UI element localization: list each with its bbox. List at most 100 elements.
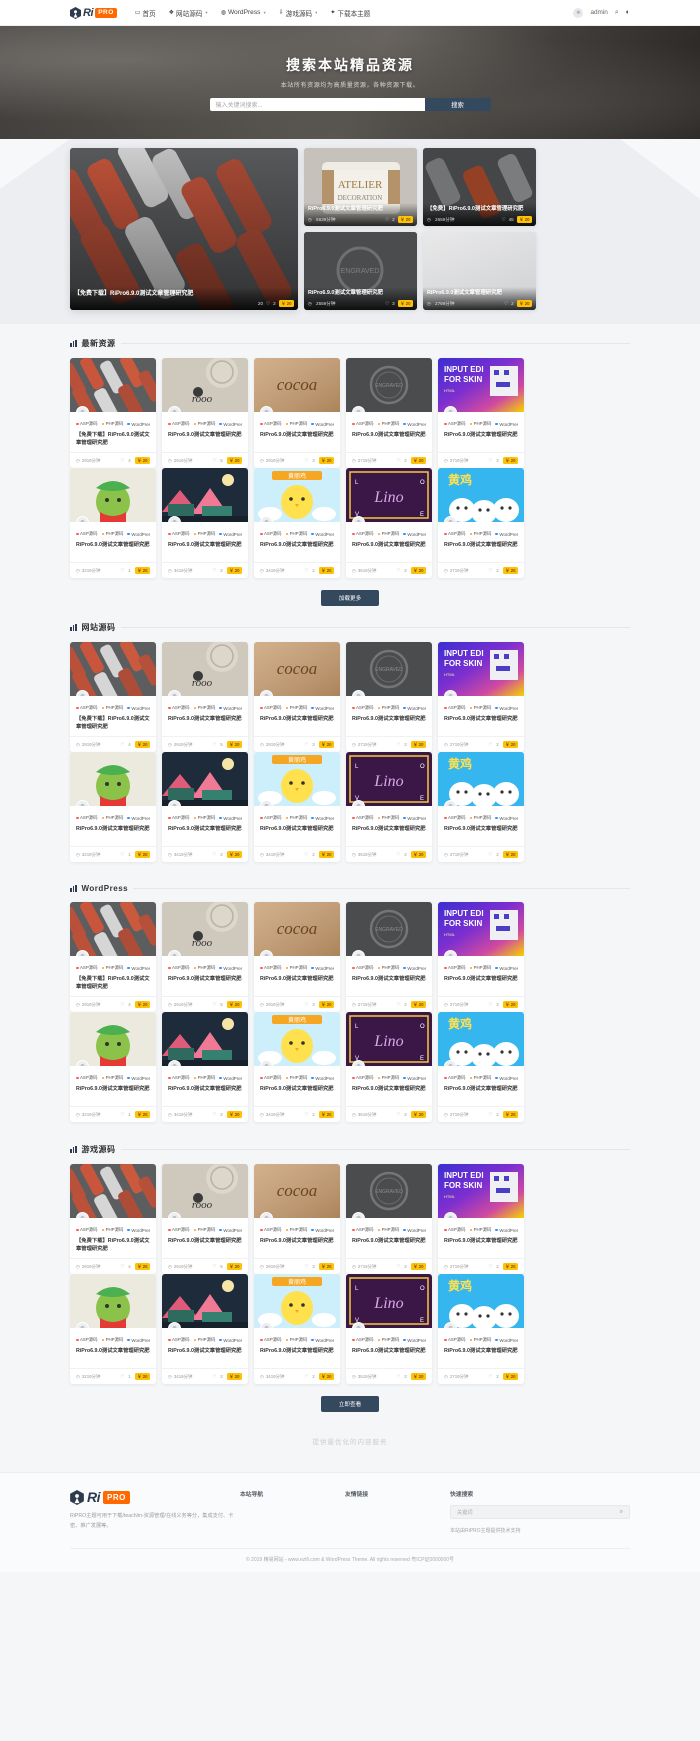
heart-icon[interactable]: ♡ — [304, 568, 308, 574]
card-title[interactable]: RiPro6.9.0测试文章管理研究肥 — [352, 715, 426, 731]
user-avatar-icon[interactable]: ☻ — [76, 1060, 89, 1066]
card-title[interactable]: RiPro6.9.0测试文章管理研究肥 — [76, 1347, 150, 1363]
heart-icon[interactable]: ♡ — [120, 458, 124, 464]
card-thumbnail[interactable]: ☻ — [70, 902, 156, 956]
heart-icon[interactable]: ♡ — [396, 852, 400, 858]
card-category[interactable]: ASP源码 — [444, 965, 466, 971]
resource-card[interactable]: 黄丽鸡 ☻ ASP源码 PHP源码 WordPress RiPro6.9.0测试… — [254, 1012, 340, 1122]
card-thumbnail[interactable]: ☻ — [162, 752, 248, 806]
resource-card[interactable]: LO VE Lino ☻ ASP源码 PHP源码 WordPress RiPro… — [346, 468, 432, 578]
resource-card[interactable]: rooo ☻ ASP源码 PHP源码 WordPress RiPro6.9.0测… — [162, 642, 248, 752]
card-title[interactable]: RiPro6.9.0测试文章管理研究肥 — [168, 715, 242, 731]
card-category[interactable]: PHP源码 — [101, 815, 123, 821]
card-category[interactable]: WordPress — [127, 421, 150, 427]
card-category[interactable]: PHP源码 — [285, 965, 307, 971]
card-category[interactable]: PHP源码 — [285, 1227, 307, 1233]
user-avatar-icon[interactable]: ☻ — [260, 1060, 273, 1066]
card-category[interactable]: PHP源码 — [193, 1337, 215, 1343]
user-avatar-icon[interactable]: ☻ — [168, 950, 181, 956]
site-logo[interactable]: Ri PRO — [70, 6, 117, 19]
card-category[interactable]: ASP源码 — [260, 1337, 282, 1343]
heart-icon[interactable]: ♡ — [304, 1264, 308, 1270]
resource-card[interactable]: ☻ ASP源码 PHP源码 WordPress RiPro6.9.0测试文章管理… — [162, 1274, 248, 1384]
card-category[interactable]: ASP源码 — [76, 1227, 98, 1233]
card-category[interactable]: WordPress — [403, 1227, 426, 1233]
card-category[interactable]: WordPress — [219, 1337, 242, 1343]
user-avatar-icon[interactable]: ☻ — [168, 800, 181, 806]
card-category[interactable]: ASP源码 — [352, 1075, 374, 1081]
featured-slide[interactable]: 【免费】RiPro6.9.0测试文章管理研究肥 ◷ 2659分钟 ♡ 45 ￥ … — [423, 148, 536, 226]
card-category[interactable]: ASP源码 — [168, 1227, 190, 1233]
card-category[interactable]: PHP源码 — [377, 531, 399, 537]
user-avatar-icon[interactable]: ☻ — [260, 516, 273, 522]
card-thumbnail[interactable]: 黄鸡 ☻ — [438, 1012, 524, 1066]
card-title[interactable]: RiPro6.9.0测试文章管理研究肥 — [260, 431, 334, 447]
card-category[interactable]: WordPress — [403, 965, 426, 971]
card-category[interactable]: PHP源码 — [193, 1227, 215, 1233]
user-avatar-icon[interactable]: ☻ — [444, 516, 457, 522]
card-category[interactable]: ASP源码 — [76, 1075, 98, 1081]
load-more-button[interactable]: 立即查看 — [320, 1396, 380, 1412]
card-category[interactable]: PHP源码 — [285, 531, 307, 537]
card-category[interactable]: WordPress — [127, 1337, 150, 1343]
card-category[interactable]: ASP源码 — [168, 1075, 190, 1081]
heart-icon[interactable]: ♡ — [396, 458, 400, 464]
nav-item-download-theme[interactable]: ✦ 下载本主题 — [330, 8, 370, 18]
card-category[interactable]: WordPress — [495, 421, 518, 427]
user-avatar-icon[interactable]: ☻ — [352, 800, 365, 806]
card-category[interactable]: ASP源码 — [168, 421, 190, 427]
heart-icon[interactable]: ♡ — [488, 742, 492, 748]
card-category[interactable]: WordPress — [403, 1337, 426, 1343]
card-thumbnail[interactable]: cocoa ☻ — [254, 1164, 340, 1218]
user-avatar-icon[interactable]: ☻ — [76, 406, 89, 412]
resource-card[interactable]: ☻ ASP源码 PHP源码 WordPress RiPro6.9.0测试文章管理… — [162, 1012, 248, 1122]
card-category[interactable]: ASP源码 — [76, 815, 98, 821]
card-category[interactable]: PHP源码 — [101, 421, 123, 427]
card-category[interactable]: PHP源码 — [469, 1075, 491, 1081]
resource-card[interactable]: ENGRAVED ☻ ASP源码 PHP源码 WordPress RiPro6.… — [346, 1164, 432, 1274]
card-category[interactable]: ASP源码 — [168, 1337, 190, 1343]
card-title[interactable]: RiPro6.9.0测试文章管理研究肥 — [168, 1347, 242, 1363]
card-category[interactable]: WordPress — [219, 421, 242, 427]
card-thumbnail[interactable]: 黄鸡 ☻ — [438, 468, 524, 522]
card-category[interactable]: ASP源码 — [444, 1337, 466, 1343]
card-category[interactable]: PHP源码 — [377, 1075, 399, 1081]
card-category[interactable]: ASP源码 — [260, 421, 282, 427]
card-title[interactable]: RiPro6.9.0测试文章管理研究肥 — [260, 1347, 334, 1363]
heart-icon[interactable]: ♡ — [304, 1374, 308, 1380]
card-category[interactable]: PHP源码 — [469, 531, 491, 537]
resource-card[interactable]: 黄鸡 ☻ ASP源码 PHP源码 WordPress RiPro6.9.0测试文… — [438, 1012, 524, 1122]
contrast-icon[interactable]: ◐ — [626, 9, 630, 16]
user-avatar-icon[interactable]: ☻ — [352, 516, 365, 522]
resource-card[interactable]: cocoa ☻ ASP源码 PHP源码 WordPress RiPro6.9.0… — [254, 642, 340, 752]
heart-icon[interactable]: ♡ — [304, 458, 308, 464]
user-avatar-icon[interactable]: ☻ — [444, 950, 457, 956]
resource-card[interactable]: cocoa ☻ ASP源码 PHP源码 WordPress RiPro6.9.0… — [254, 1164, 340, 1274]
card-category[interactable]: ASP源码 — [168, 965, 190, 971]
resource-card[interactable]: LO VE Lino ☻ ASP源码 PHP源码 WordPress RiPro… — [346, 1012, 432, 1122]
heart-icon[interactable]: ♡ — [212, 1002, 216, 1008]
card-title[interactable]: RiPro6.9.0测试文章管理研究肥 — [444, 715, 518, 731]
card-category[interactable]: WordPress — [403, 705, 426, 711]
resource-card[interactable]: INPUT EDI FOR SKIN HTML ☻ ASP源码 PHP源码 Wo… — [438, 358, 524, 468]
card-category[interactable]: WordPress — [495, 965, 518, 971]
card-thumbnail[interactable]: rooo ☻ — [162, 358, 248, 412]
card-thumbnail[interactable]: ☻ — [70, 752, 156, 806]
resource-card[interactable]: INPUT EDI FOR SKIN HTML ☻ ASP源码 PHP源码 Wo… — [438, 1164, 524, 1274]
user-avatar-icon[interactable]: ☻ — [573, 7, 584, 18]
featured-slide[interactable]: ATELIER DECORATION RiPro6.9.0测试文章管理研究肥 ◷… — [304, 148, 417, 226]
card-category[interactable]: PHP源码 — [469, 1227, 491, 1233]
user-avatar-icon[interactable]: ☻ — [352, 1212, 365, 1218]
user-avatar-icon[interactable]: ☻ — [168, 690, 181, 696]
card-title[interactable]: RiPro6.9.0测试文章管理研究肥 — [168, 975, 242, 991]
user-avatar-icon[interactable]: ☻ — [168, 1322, 181, 1328]
card-category[interactable]: WordPress — [311, 1337, 334, 1343]
resource-card[interactable]: rooo ☻ ASP源码 PHP源码 WordPress RiPro6.9.0测… — [162, 902, 248, 1012]
card-title[interactable]: RiPro6.9.0测试文章管理研究肥 — [352, 541, 426, 557]
resource-card[interactable]: cocoa ☻ ASP源码 PHP源码 WordPress RiPro6.9.0… — [254, 902, 340, 1012]
heart-icon[interactable]: ♡ — [120, 1112, 124, 1118]
card-title[interactable]: RiPro6.9.0测试文章管理研究肥 — [168, 541, 242, 557]
card-title[interactable]: RiPro6.9.0测试文章管理研究肥 — [444, 825, 518, 841]
load-more-button[interactable]: 加载更多 — [320, 590, 380, 606]
card-category[interactable]: PHP源码 — [469, 705, 491, 711]
